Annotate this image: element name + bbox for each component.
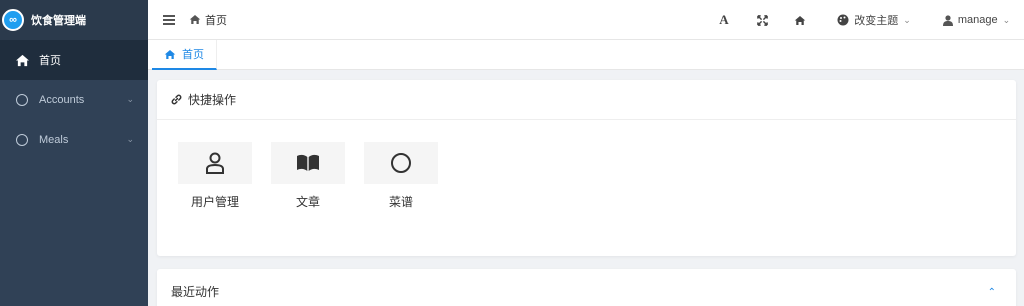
quick-action-articles[interactable]: 文章	[271, 142, 345, 210]
theme-label: 改变主题	[854, 15, 899, 27]
quick-action-label: 菜谱	[388, 195, 413, 209]
sidebar-item-label: 首页	[39, 55, 61, 67]
card-title: 最近动作	[171, 285, 220, 299]
brand[interactable]: ∞ 饮食管理端	[0, 0, 148, 40]
chevron-down-icon: ⌄	[1002, 14, 1011, 25]
circle-icon	[14, 92, 30, 108]
link-icon	[171, 94, 182, 105]
sidebar-item-label: Meals	[39, 134, 69, 146]
quick-action-label: 文章	[295, 195, 320, 209]
palette-icon	[837, 14, 849, 26]
fullscreen-icon[interactable]	[743, 0, 781, 40]
user-menu-button[interactable]: manage ⌄	[929, 0, 1024, 40]
quick-action-label: 用户管理	[190, 195, 239, 209]
theme-switch-button[interactable]: 改变主题 ⌄	[819, 0, 929, 40]
home-icon[interactable]	[781, 0, 819, 40]
user-label: manage	[957, 14, 998, 26]
quick-actions-card: 快捷操作 用户管理 文章 菜谱	[157, 80, 1016, 256]
sidebar-item-meals[interactable]: Meals ⌄	[0, 120, 148, 160]
user-icon	[178, 142, 252, 184]
sidebar-item-label: Accounts	[39, 94, 85, 106]
tab-label: 首页	[182, 49, 204, 61]
circle-icon	[364, 142, 438, 184]
card-title: 快捷操作	[188, 93, 237, 107]
font-size-button[interactable]: A	[705, 0, 743, 40]
home-icon	[14, 52, 30, 68]
chevron-up-icon[interactable]: ⌃	[988, 287, 996, 298]
quick-action-users[interactable]: 用户管理	[178, 142, 252, 210]
chevron-down-icon: ⌄	[903, 14, 911, 25]
card-header: 最近动作	[157, 269, 1016, 306]
top-header: 首页 A 改变主题 ⌄ manage ⌄	[148, 0, 1024, 40]
sidebar-item-home[interactable]: 首页	[0, 40, 148, 80]
app-title: 饮食管理端	[31, 15, 86, 27]
sidebar: ∞ 饮食管理端 首页 Accounts ⌄ Meals ⌄	[0, 0, 148, 306]
home-icon	[164, 49, 176, 59]
home-icon	[189, 15, 201, 24]
menu-toggle-icon[interactable]	[163, 14, 175, 25]
app-logo-icon: ∞	[2, 9, 24, 31]
breadcrumb[interactable]: 首页	[189, 12, 227, 28]
circle-icon	[14, 132, 30, 148]
user-icon	[942, 14, 953, 26]
recent-actions-card: 最近动作 ⌃	[157, 269, 1016, 306]
chevron-down-icon: ⌄	[126, 94, 134, 104]
card-header: 快捷操作	[157, 80, 1016, 120]
sidebar-item-accounts[interactable]: Accounts ⌄	[0, 80, 148, 120]
quick-action-recipes[interactable]: 菜谱	[364, 142, 438, 210]
tab-home[interactable]: 首页	[152, 40, 217, 70]
tabs-bar: 首页	[148, 40, 1024, 70]
chevron-down-icon: ⌄	[126, 134, 134, 144]
book-icon	[271, 142, 345, 184]
breadcrumb-label: 首页	[205, 14, 227, 27]
